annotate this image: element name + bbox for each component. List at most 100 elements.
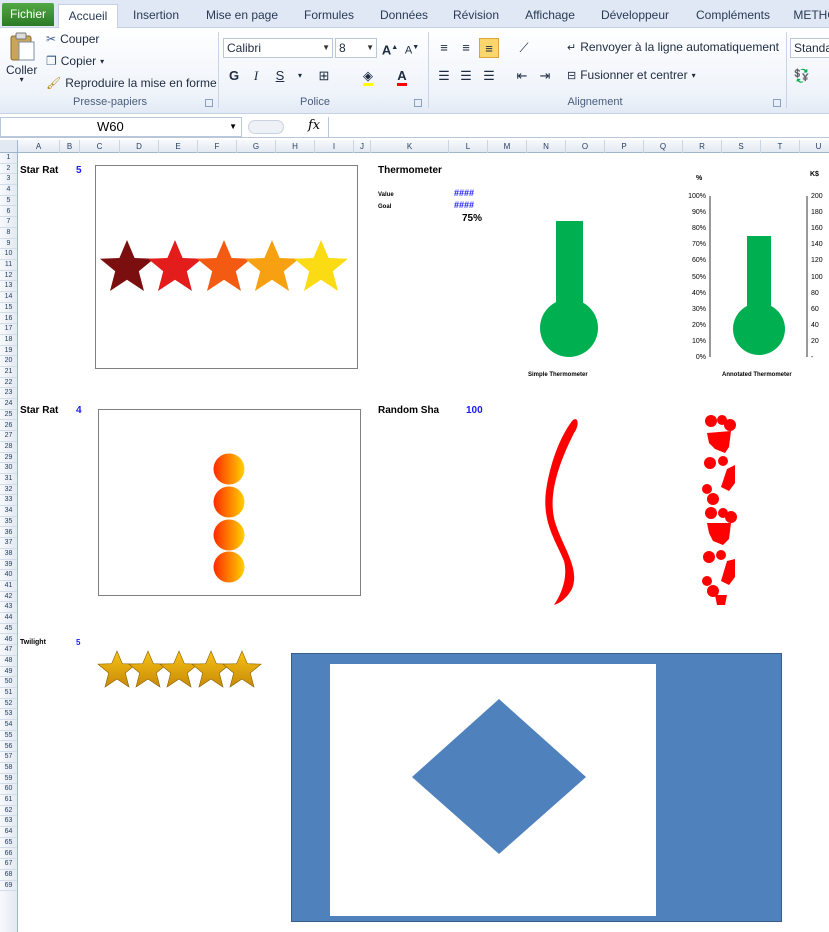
- column-header[interactable]: D: [120, 140, 159, 153]
- tab-page-layout[interactable]: Mise en page: [200, 4, 284, 28]
- grow-font-icon[interactable]: A▲: [380, 38, 400, 58]
- formula-input[interactable]: [328, 117, 829, 137]
- tab-insert[interactable]: Insertion: [126, 4, 186, 28]
- row-header[interactable]: 64: [0, 827, 17, 838]
- row-header[interactable]: 21: [0, 367, 17, 378]
- diamond-panel[interactable]: [291, 653, 782, 922]
- font-size-select[interactable]: 8 ▼: [335, 38, 377, 58]
- column-header[interactable]: T: [761, 140, 800, 153]
- row-header[interactable]: 36: [0, 528, 17, 539]
- row-header[interactable]: 4: [0, 185, 17, 196]
- row-header[interactable]: 61: [0, 795, 17, 806]
- row-header[interactable]: 18: [0, 335, 17, 346]
- row-header[interactable]: 7: [0, 217, 17, 228]
- column-header[interactable]: J: [354, 140, 371, 153]
- column-header[interactable]: B: [60, 140, 80, 153]
- row-header[interactable]: 48: [0, 656, 17, 667]
- row-header[interactable]: 34: [0, 506, 17, 517]
- italic-button[interactable]: I: [246, 66, 266, 86]
- row-header[interactable]: 13: [0, 281, 17, 293]
- row-header[interactable]: 59: [0, 774, 17, 785]
- row-header[interactable]: 67: [0, 859, 17, 870]
- star-rating-chart[interactable]: [95, 165, 358, 369]
- column-header[interactable]: P: [605, 140, 644, 153]
- row-header[interactable]: 3: [0, 174, 17, 186]
- tab-file[interactable]: Fichier: [2, 3, 54, 26]
- number-format-select[interactable]: Standa: [790, 38, 829, 58]
- row-header[interactable]: 60: [0, 784, 17, 795]
- row-header[interactable]: 14: [0, 292, 17, 303]
- align-left-icon[interactable]: ☰: [434, 66, 454, 86]
- row-header[interactable]: 62: [0, 806, 17, 817]
- row-header[interactable]: 5: [0, 196, 17, 207]
- row-header[interactable]: 58: [0, 763, 17, 774]
- row-header[interactable]: 40: [0, 570, 17, 581]
- chevron-down-icon[interactable]: ▾: [290, 66, 310, 86]
- underline-button[interactable]: S: [270, 66, 290, 86]
- orientation-icon[interactable]: ⟋: [514, 38, 534, 58]
- row-header[interactable]: 35: [0, 517, 17, 528]
- row-header[interactable]: 66: [0, 849, 17, 860]
- tab-view[interactable]: Affichage: [518, 4, 582, 28]
- row-header[interactable]: 23: [0, 388, 17, 400]
- row-header[interactable]: 30: [0, 463, 17, 474]
- name-box[interactable]: W60 ▼: [0, 117, 242, 137]
- tab-formulas[interactable]: Formules: [298, 4, 360, 28]
- row-header[interactable]: 15: [0, 303, 17, 314]
- shrink-font-icon[interactable]: A▼: [402, 38, 422, 58]
- column-header[interactable]: C: [80, 140, 120, 153]
- column-header[interactable]: F: [198, 140, 237, 153]
- row-header[interactable]: 11: [0, 260, 17, 271]
- row-header[interactable]: 12: [0, 271, 17, 282]
- row-header[interactable]: 47: [0, 645, 17, 656]
- row-header[interactable]: 46: [0, 635, 17, 646]
- select-all-corner[interactable]: [0, 140, 18, 153]
- row-header[interactable]: 63: [0, 816, 17, 828]
- align-center-icon[interactable]: ☰: [456, 66, 476, 86]
- row-header[interactable]: 52: [0, 699, 17, 710]
- align-middle-icon[interactable]: ≡: [456, 38, 476, 58]
- row-header[interactable]: 8: [0, 228, 17, 239]
- row-header[interactable]: 50: [0, 677, 17, 688]
- row-header[interactable]: 39: [0, 560, 17, 571]
- column-header[interactable]: L: [449, 140, 488, 153]
- decrease-indent-icon[interactable]: ⇤: [512, 66, 532, 86]
- column-header[interactable]: K: [371, 140, 449, 153]
- currency-icon[interactable]: 💱: [792, 66, 812, 86]
- row-header[interactable]: 1: [0, 153, 17, 164]
- row-header[interactable]: 37: [0, 538, 17, 549]
- tab-developer[interactable]: Développeur: [594, 4, 676, 28]
- column-header[interactable]: Q: [644, 140, 683, 153]
- insert-function-icon[interactable]: fx: [308, 118, 320, 133]
- column-header[interactable]: A: [18, 140, 60, 153]
- format-painter-button[interactable]: 🖌 Reproduire la mise en forme: [46, 76, 217, 90]
- tab-addins[interactable]: Compléments: [688, 4, 778, 28]
- borders-icon[interactable]: ⊞: [314, 66, 334, 86]
- align-right-icon[interactable]: ☰: [479, 66, 499, 86]
- column-header[interactable]: G: [237, 140, 276, 153]
- row-header[interactable]: 25: [0, 410, 17, 421]
- row-header[interactable]: 19: [0, 346, 17, 357]
- row-header[interactable]: 44: [0, 613, 17, 624]
- row-header[interactable]: 69: [0, 881, 17, 892]
- column-header[interactable]: H: [276, 140, 315, 153]
- row-header[interactable]: 6: [0, 207, 17, 218]
- column-header[interactable]: S: [722, 140, 761, 153]
- align-top-icon[interactable]: ≡: [434, 38, 454, 58]
- clipboard-launcher-icon[interactable]: [205, 99, 213, 107]
- row-header[interactable]: 51: [0, 688, 17, 699]
- row-header[interactable]: 38: [0, 549, 17, 560]
- font-launcher-icon[interactable]: [414, 99, 422, 107]
- row-header[interactable]: 16: [0, 314, 17, 325]
- tab-review[interactable]: Révision: [446, 4, 506, 28]
- increase-indent-icon[interactable]: ⇥: [535, 66, 555, 86]
- bold-button[interactable]: G: [224, 66, 244, 86]
- row-header[interactable]: 43: [0, 602, 17, 614]
- row-header[interactable]: 56: [0, 742, 17, 753]
- tab-metho[interactable]: METHO: [790, 4, 829, 28]
- column-header[interactable]: N: [527, 140, 566, 153]
- column-header[interactable]: M: [488, 140, 527, 153]
- row-header[interactable]: 29: [0, 453, 17, 464]
- column-header[interactable]: U: [800, 140, 829, 153]
- paste-button[interactable]: Coller ▾: [6, 32, 37, 84]
